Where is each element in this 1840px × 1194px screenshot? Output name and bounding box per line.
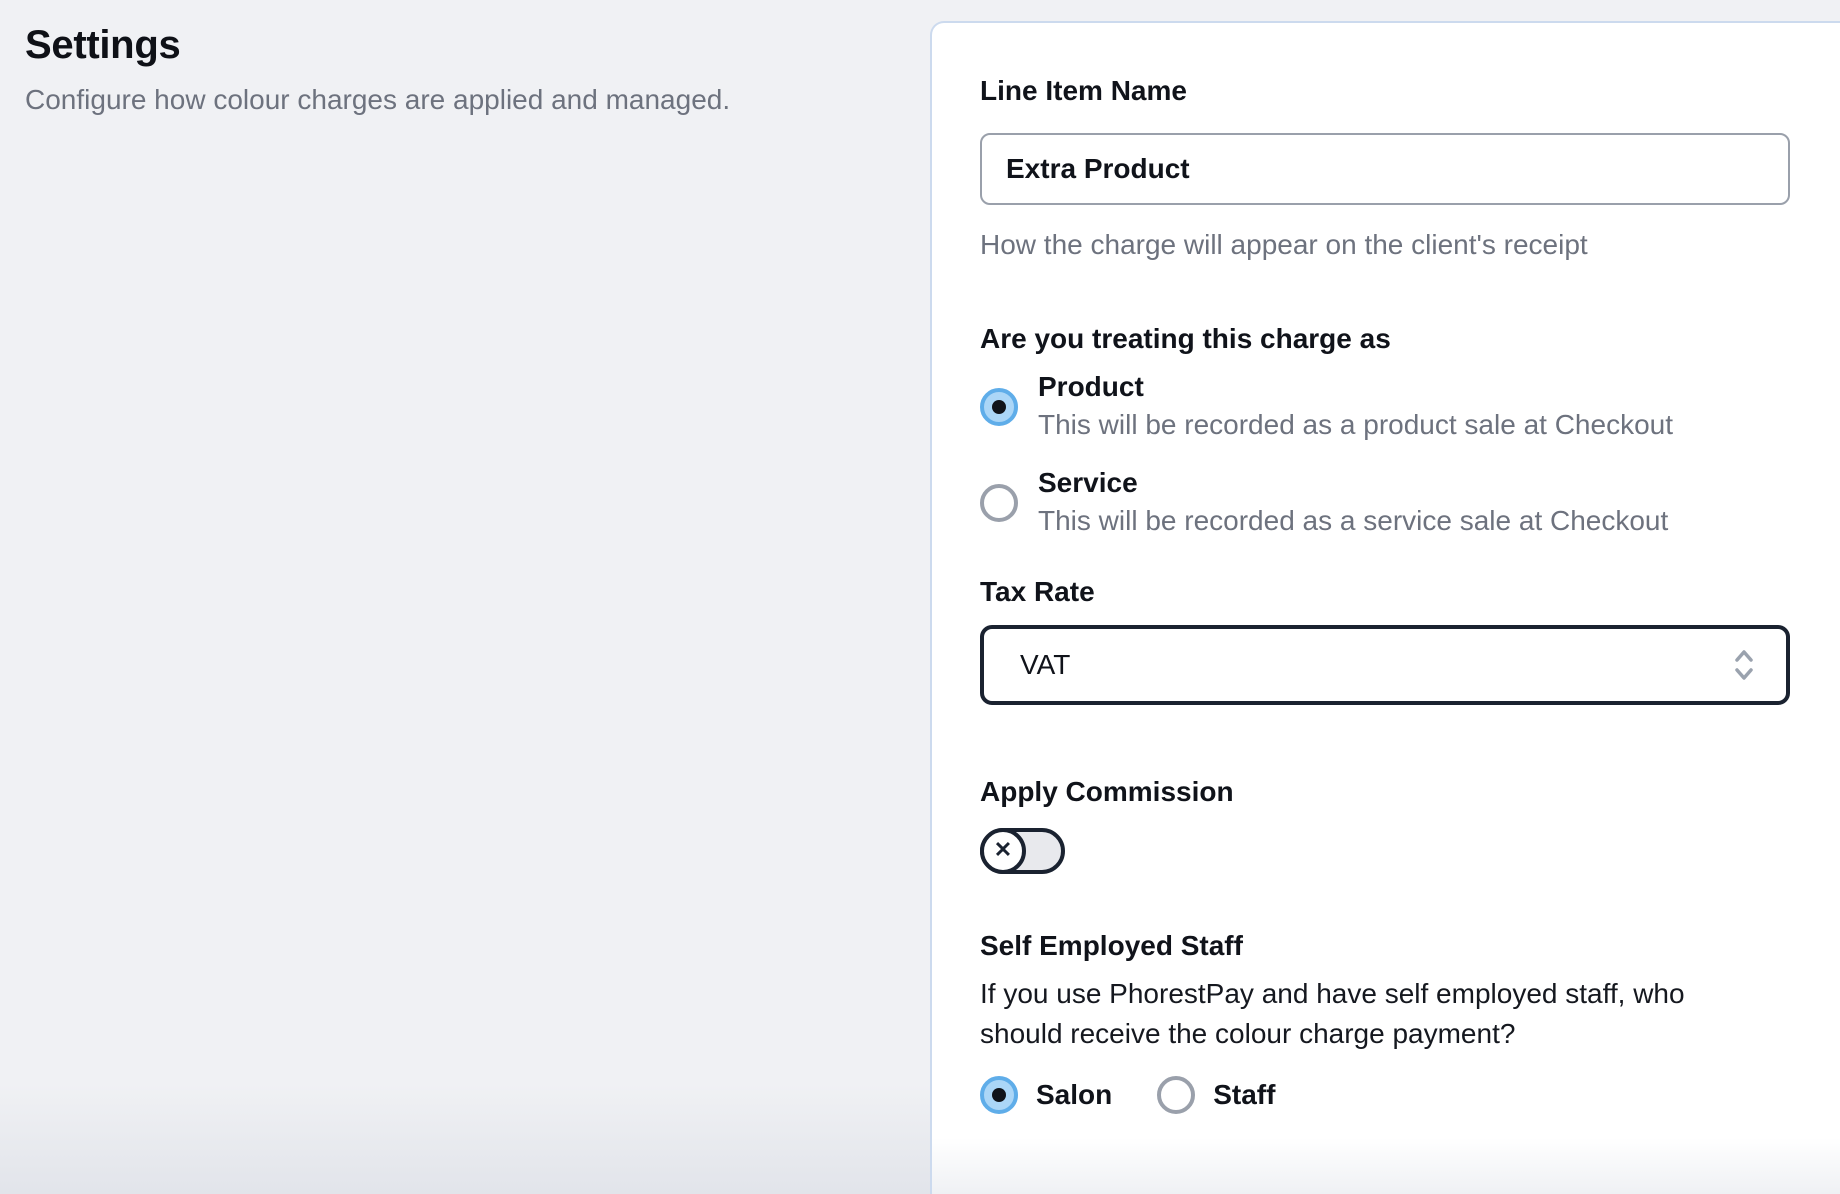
product-option-description: This will be recorded as a product sale … — [1038, 405, 1673, 445]
payee-radio-group: Salon Staff — [980, 1076, 1792, 1114]
charge-type-option-service[interactable]: Service This will be recorded as a servi… — [980, 465, 1792, 541]
line-item-name-label: Line Item Name — [980, 73, 1792, 109]
apply-commission-label: Apply Commission — [980, 774, 1792, 810]
product-option-texts: Product This will be recorded as a produ… — [1038, 369, 1673, 445]
settings-header: Settings Configure how colour charges ar… — [25, 22, 885, 118]
settings-screen: Settings Configure how colour charges ar… — [0, 0, 1840, 1194]
salon-option-label: Salon — [1036, 1079, 1112, 1111]
charge-type-group-label: Are you treating this charge as — [980, 321, 1792, 357]
service-option-texts: Service This will be recorded as a servi… — [1038, 465, 1668, 541]
charge-type-option-product[interactable]: Product This will be recorded as a produ… — [980, 369, 1792, 445]
toggle-off-x-icon: ✕ — [994, 839, 1012, 861]
line-item-name-helper: How the charge will appear on the client… — [980, 227, 1792, 263]
tax-rate-selected-value: VAT — [1020, 649, 1070, 681]
self-employed-staff-description: If you use PhorestPay and have self empl… — [980, 974, 1740, 1054]
service-option-label: Service — [1038, 465, 1668, 501]
tax-rate-select[interactable]: VAT — [980, 625, 1790, 705]
payee-option-staff[interactable]: Staff — [1157, 1076, 1275, 1114]
salon-radio[interactable] — [980, 1076, 1018, 1114]
radio-selected-dot — [992, 400, 1006, 414]
service-radio[interactable] — [980, 484, 1018, 522]
tax-rate-label: Tax Rate — [980, 574, 1792, 610]
line-item-name-input[interactable] — [980, 133, 1790, 205]
radio-selected-dot — [992, 1088, 1006, 1102]
select-up-down-icon — [1732, 646, 1756, 684]
apply-commission-toggle[interactable]: ✕ — [980, 828, 1065, 874]
toggle-knob: ✕ — [980, 828, 1026, 874]
product-option-label: Product — [1038, 369, 1673, 405]
staff-option-label: Staff — [1213, 1079, 1275, 1111]
page-title: Settings — [25, 22, 885, 68]
page-subtitle: Configure how colour charges are applied… — [25, 82, 885, 118]
self-employed-staff-label: Self Employed Staff — [980, 928, 1792, 964]
settings-form-card: Line Item Name How the charge will appea… — [930, 21, 1840, 1194]
service-option-description: This will be recorded as a service sale … — [1038, 501, 1668, 541]
product-radio[interactable] — [980, 388, 1018, 426]
staff-radio[interactable] — [1157, 1076, 1195, 1114]
background-bottom-shade — [0, 1084, 932, 1194]
payee-option-salon[interactable]: Salon — [980, 1076, 1112, 1114]
